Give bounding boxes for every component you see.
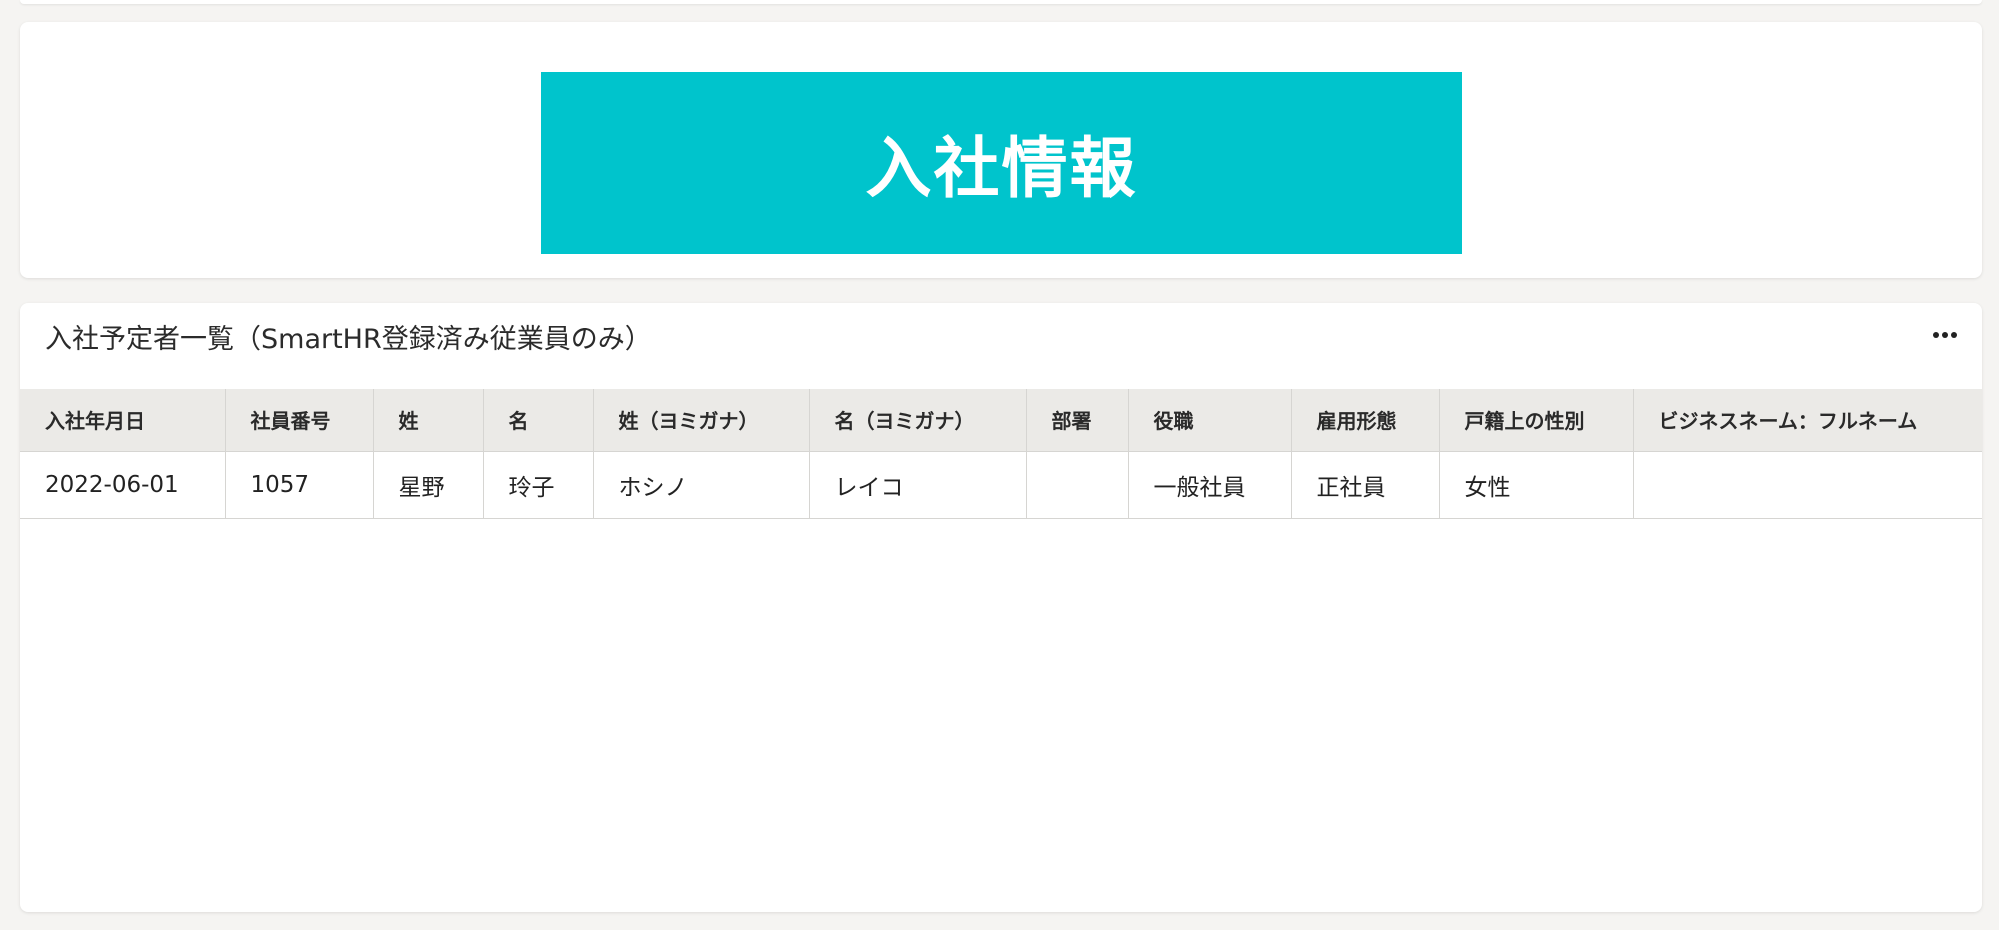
- column-header[interactable]: 入社年月日: [20, 389, 226, 452]
- banner-title: 入社情報: [865, 130, 1138, 207]
- more-options-icon[interactable]: [1930, 323, 1960, 347]
- table-header-row: 入社年月日 社員番号 姓 名 姓（ヨミガナ） 名（ヨミガナ） 部署 役職 雇用形…: [20, 389, 1982, 452]
- table-row[interactable]: 2022-06-01 1057 星野 玲子 ホシノ レイコ 一般社員 正社員 女…: [20, 451, 1982, 519]
- data-table: 入社年月日 社員番号 姓 名 姓（ヨミガナ） 名（ヨミガナ） 部署 役職 雇用形…: [20, 389, 1982, 519]
- table-card: 入社予定者一覧（SmartHR登録済み従業員のみ） 入社年月日 社員番号 姓 名: [20, 303, 1982, 912]
- column-header[interactable]: 名: [483, 389, 594, 452]
- table-cell: 一般社員: [1128, 451, 1292, 519]
- column-header[interactable]: 姓（ヨミガナ）: [593, 389, 810, 452]
- banner: 入社情報: [541, 72, 1462, 254]
- column-header[interactable]: ビジネスネーム：フルネーム: [1633, 389, 1982, 452]
- column-header[interactable]: 姓: [373, 389, 484, 452]
- column-header[interactable]: 名（ヨミガナ）: [809, 389, 1027, 452]
- table-cell: 正社員: [1291, 451, 1440, 519]
- column-header[interactable]: 雇用形態: [1291, 389, 1440, 452]
- table-cell: 2022-06-01: [20, 451, 226, 519]
- column-header[interactable]: 部署: [1026, 389, 1129, 452]
- banner-card: 入社情報: [20, 22, 1982, 278]
- table-title: 入社予定者一覧（SmartHR登録済み従業員のみ）: [45, 324, 652, 355]
- table-cell: 星野: [373, 451, 484, 519]
- table-cell: 女性: [1439, 451, 1634, 519]
- table-cell: 1057: [225, 451, 374, 519]
- column-header[interactable]: 役職: [1128, 389, 1292, 452]
- table-cell: 玲子: [483, 451, 594, 519]
- previous-card-edge: [20, 0, 1982, 4]
- table-cell: ホシノ: [593, 451, 810, 519]
- table-cell: [1026, 451, 1129, 519]
- column-header[interactable]: 社員番号: [225, 389, 374, 452]
- table-cell: [1633, 451, 1982, 519]
- table-cell: レイコ: [809, 451, 1027, 519]
- column-header[interactable]: 戸籍上の性別: [1439, 389, 1634, 452]
